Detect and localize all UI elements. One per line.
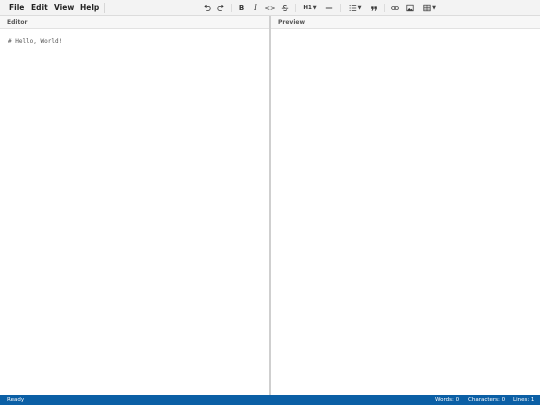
character-count: Characters: 0 — [468, 397, 506, 403]
preview-title: Preview — [278, 19, 306, 26]
horizontal-rule-icon — [325, 4, 333, 12]
word-count: Words: 0 — [435, 397, 460, 403]
toolbar-separator — [384, 4, 385, 12]
editor-title: Editor — [7, 19, 28, 26]
bold-icon: B — [238, 4, 245, 12]
preview-pane — [271, 29, 540, 395]
status-bar: Ready Words: 0 Characters: 0 Lines: 1 — [0, 395, 540, 405]
image-button[interactable] — [404, 2, 415, 14]
undo-icon — [203, 4, 211, 12]
list-icon — [349, 4, 357, 12]
menu-file[interactable]: File — [9, 0, 24, 16]
quote-button[interactable] — [368, 2, 379, 14]
italic-button[interactable]: I — [250, 2, 261, 14]
undo-button[interactable] — [201, 2, 212, 14]
image-icon — [405, 4, 414, 12]
status-state: Ready — [7, 397, 25, 403]
link-button[interactable] — [389, 2, 400, 14]
link-icon — [390, 4, 399, 12]
table-dropdown[interactable]: ▼ — [421, 2, 438, 14]
toolbar-separator — [340, 4, 341, 12]
preview-pane-header: Preview — [271, 16, 540, 29]
redo-button[interactable] — [215, 2, 226, 14]
code-icon: <> — [264, 4, 276, 12]
menu-help[interactable]: Help — [80, 0, 99, 16]
list-dropdown[interactable]: ▼ — [347, 2, 363, 14]
editor-content[interactable]: # Hello, World! — [8, 38, 62, 45]
strikethrough-icon — [281, 4, 289, 12]
strikethrough-button[interactable] — [279, 2, 290, 14]
menubar: File Edit View Help B I <> H1 ▼ ▼ ▼ — [0, 0, 540, 16]
horizontal-rule-button[interactable] — [323, 2, 334, 14]
chevron-down-icon: ▼ — [312, 5, 317, 11]
table-icon — [423, 4, 431, 12]
chevron-down-icon: ▼ — [432, 5, 436, 11]
redo-icon — [216, 4, 225, 12]
menu-separator — [104, 3, 105, 13]
menu-view[interactable]: View — [54, 0, 74, 16]
heading-dropdown[interactable]: H1 ▼ — [302, 2, 318, 14]
editor-pane-header: Editor — [0, 16, 269, 29]
heading-icon: H1 — [303, 5, 312, 11]
toolbar-separator — [295, 4, 296, 12]
chevron-down-icon: ▼ — [357, 5, 362, 11]
bold-button[interactable]: B — [236, 2, 247, 14]
italic-icon: I — [254, 4, 257, 12]
editor-textarea[interactable]: # Hello, World! — [0, 29, 269, 395]
menu-edit[interactable]: Edit — [31, 0, 48, 16]
line-count: Lines: 1 — [513, 397, 535, 403]
toolbar-separator — [231, 4, 232, 12]
code-button[interactable]: <> — [264, 2, 276, 14]
quote-icon — [370, 4, 378, 12]
